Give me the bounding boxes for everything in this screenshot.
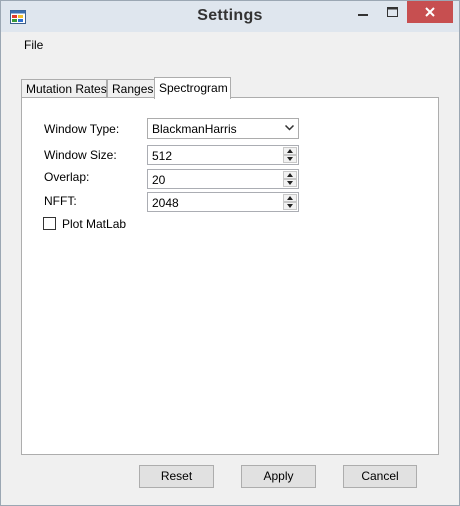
window-size-up-button[interactable] xyxy=(283,147,297,155)
tab-ranges[interactable]: Ranges xyxy=(107,79,155,97)
settings-window: Settings File Mutation Rates Ranges Spec… xyxy=(0,0,460,506)
nfft-down-button[interactable] xyxy=(283,202,297,210)
nfft-label: NFFT: xyxy=(44,194,77,208)
tab-spectrogram[interactable]: Spectrogram xyxy=(154,77,231,99)
reset-button[interactable]: Reset xyxy=(139,465,214,488)
plot-matlab-checkbox[interactable] xyxy=(43,217,56,230)
close-button[interactable] xyxy=(407,1,453,23)
window-type-dropdown[interactable]: BlackmanHarris xyxy=(147,118,299,139)
chevron-down-icon xyxy=(285,125,294,131)
nfft-up-button[interactable] xyxy=(283,194,297,202)
cancel-button[interactable]: Cancel xyxy=(343,465,417,488)
overlap-value: 20 xyxy=(152,173,166,187)
arrow-up-icon xyxy=(287,149,293,153)
arrow-up-icon xyxy=(287,196,293,200)
overlap-up-button[interactable] xyxy=(283,171,297,179)
apply-button[interactable]: Apply xyxy=(241,465,316,488)
close-icon xyxy=(425,7,435,17)
window-size-label: Window Size: xyxy=(44,148,117,162)
window-size-stepper[interactable]: 512 xyxy=(147,145,299,165)
nfft-value: 2048 xyxy=(152,196,179,210)
menu-file[interactable]: File xyxy=(24,38,43,52)
overlap-label: Overlap: xyxy=(44,170,90,184)
title-bar[interactable]: Settings xyxy=(1,1,459,32)
window-size-down-button[interactable] xyxy=(283,155,297,163)
maximize-icon xyxy=(386,7,398,17)
window-type-label: Window Type: xyxy=(44,122,120,136)
plot-matlab-label[interactable]: Plot MatLab xyxy=(62,217,126,231)
minimize-icon xyxy=(358,14,368,16)
arrow-down-icon xyxy=(287,181,293,185)
tab-mutation-rates[interactable]: Mutation Rates xyxy=(21,79,107,97)
window-size-value: 512 xyxy=(152,149,173,163)
overlap-down-button[interactable] xyxy=(283,179,297,187)
menu-bar: File xyxy=(1,34,459,55)
nfft-stepper[interactable]: 2048 xyxy=(147,192,299,212)
overlap-stepper[interactable]: 20 xyxy=(147,169,299,189)
minimize-button[interactable] xyxy=(349,1,377,23)
window-type-value: BlackmanHarris xyxy=(152,122,237,136)
arrow-up-icon xyxy=(287,173,293,177)
maximize-button[interactable] xyxy=(378,1,406,23)
arrow-down-icon xyxy=(287,157,293,161)
arrow-down-icon xyxy=(287,204,293,208)
